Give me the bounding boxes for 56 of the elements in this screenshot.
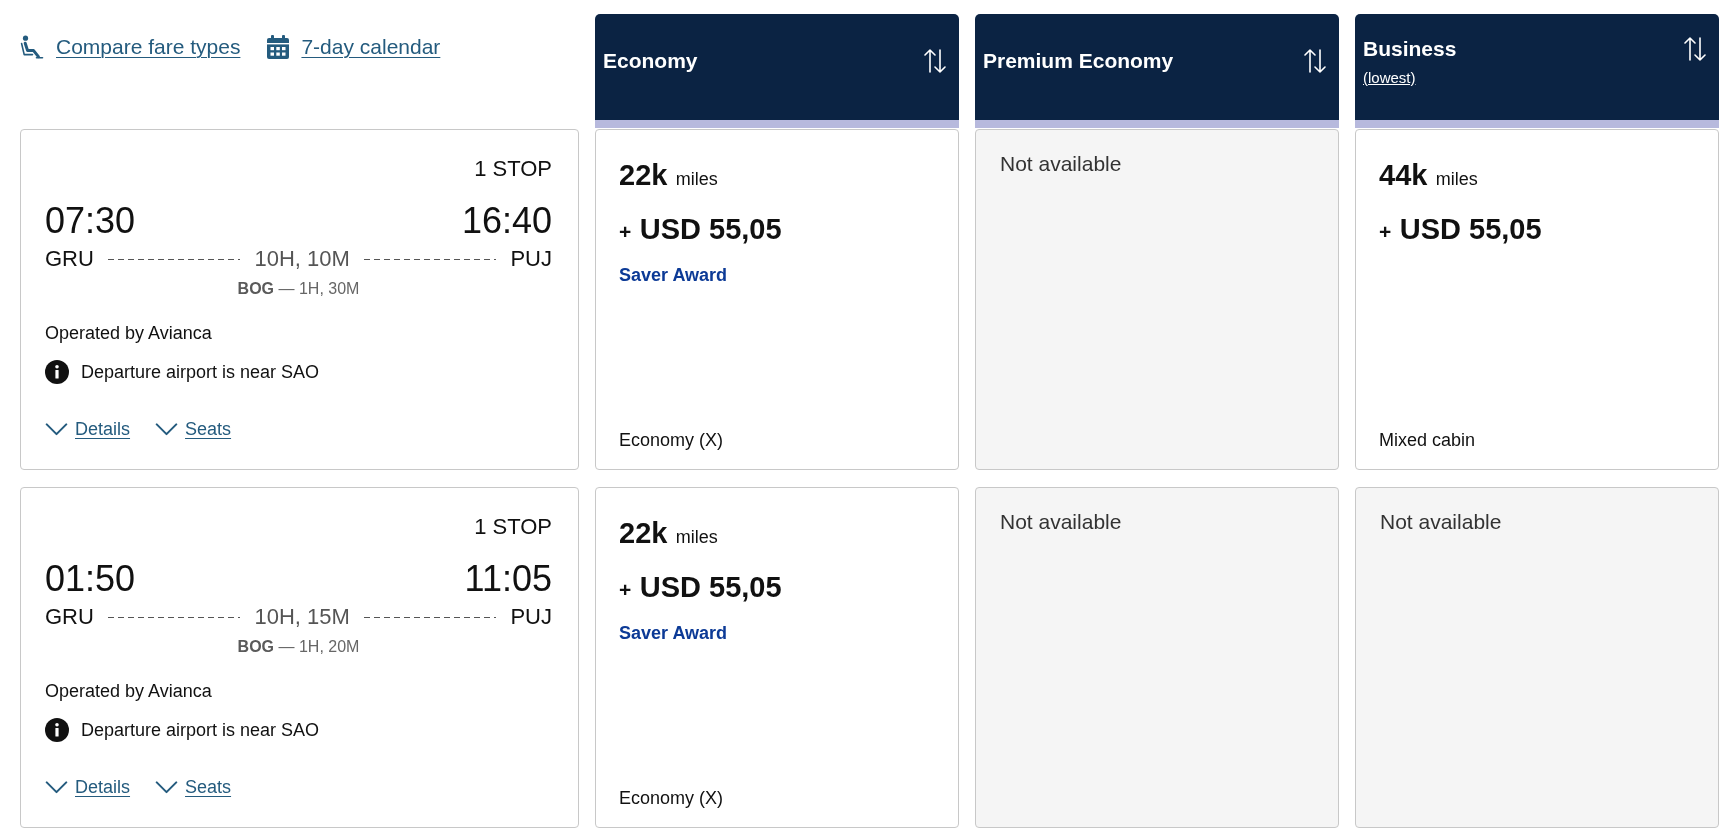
unavailable-text: Not available xyxy=(1000,151,1122,177)
departure-time: 01:50 xyxy=(45,559,136,599)
miles-text: 22k miles xyxy=(619,516,718,551)
miles-text: 22k miles xyxy=(619,158,718,193)
cabin-label: Economy (X) xyxy=(619,429,724,451)
expand-link[interactable]: Seats xyxy=(155,417,232,441)
origin-code: GRU xyxy=(45,245,94,273)
cabin-title: Premium Economy xyxy=(983,48,1174,74)
cabin-label: Mixed cabin xyxy=(1379,429,1476,451)
destination-code: PUJ xyxy=(510,245,552,273)
sort-icon[interactable] xyxy=(1304,49,1326,73)
cabin-title: Economy xyxy=(603,48,698,74)
chevron-down-icon xyxy=(155,422,179,436)
fare-card[interactable]: 22k miles + USD 55,05 Saver Award Economy (X) xyxy=(595,487,959,828)
note-link[interactable]: (lowest) xyxy=(1363,67,1416,88)
fare-card[interactable]: 22k miles + USD 55,05 Saver Award Economy (X) xyxy=(595,129,959,470)
arrival-time: 11:05 xyxy=(464,559,552,599)
sort-icon[interactable] xyxy=(924,49,946,73)
expand-link[interactable]: Seats xyxy=(155,775,232,799)
toolbar-link[interactable]: 7-day calendar xyxy=(267,34,441,60)
expand-link[interactable]: Details xyxy=(45,775,131,799)
chevron-down-icon xyxy=(45,422,68,436)
sort-icon[interactable] xyxy=(1684,36,1706,61)
price-text: + USD 55,05 xyxy=(619,212,782,247)
stops-label: 1 STOP xyxy=(474,156,552,182)
destination-code: PUJ xyxy=(510,603,552,631)
arrival-time: 16:40 xyxy=(461,201,552,241)
unavailable-text: Not available xyxy=(1000,509,1122,535)
duration-text: 10H, 15M xyxy=(254,603,350,631)
operator-text: Operated by Avianca xyxy=(45,322,212,344)
chevron-down-icon xyxy=(155,780,179,794)
award-type-label: Saver Award xyxy=(619,264,728,286)
layover-text: BOG — 1H, 30M xyxy=(237,279,360,299)
award-type-label: Saver Award xyxy=(619,622,728,644)
departure-time: 07:30 xyxy=(45,201,136,241)
fare-card[interactable]: 44k miles + USD 55,05 Mixed cabin xyxy=(1355,129,1719,470)
miles-text: 44k miles xyxy=(1379,158,1478,193)
price-text: + USD 55,05 xyxy=(1379,212,1542,247)
duration-text: 10H, 10M xyxy=(254,245,350,273)
notice-text: Departure airport is near SAO xyxy=(81,361,320,384)
layover-text: BOG — 1H, 20M xyxy=(237,637,360,657)
info-icon xyxy=(45,360,69,384)
chevron-down-icon xyxy=(45,780,68,794)
unavailable-text: Not available xyxy=(1380,509,1502,535)
notice-text: Departure airport is near SAO xyxy=(81,719,320,742)
cabin-title: Business xyxy=(1363,35,1457,62)
origin-code: GRU xyxy=(45,603,94,631)
operator-text: Operated by Avianca xyxy=(45,680,212,702)
seat-icon xyxy=(20,35,44,59)
stops-label: 1 STOP xyxy=(474,514,552,540)
cabin-label: Economy (X) xyxy=(619,787,724,809)
expand-link[interactable]: Details xyxy=(45,417,131,441)
toolbar-link[interactable]: Compare fare types xyxy=(20,34,241,60)
price-text: + USD 55,05 xyxy=(619,570,782,605)
calendar-icon xyxy=(267,35,290,59)
info-icon xyxy=(45,718,69,742)
